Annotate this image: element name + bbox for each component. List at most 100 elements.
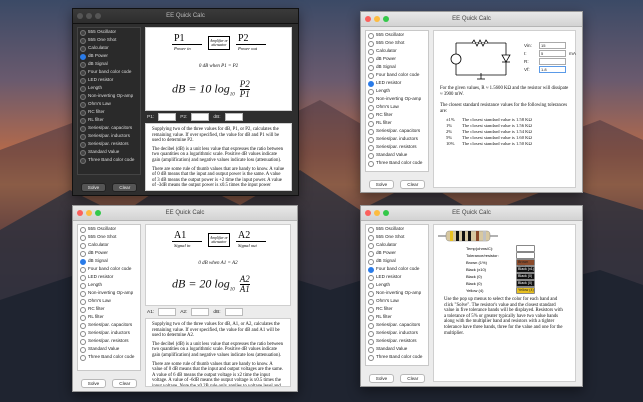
calculator-list[interactable]: 555 Oscillator 555 One Shot Calculator dB P…	[365, 30, 429, 172]
sidebar-item[interactable]: dB Signal	[366, 63, 428, 71]
sidebar-item[interactable]: Length	[366, 281, 428, 289]
maximize-icon[interactable]	[95, 13, 101, 19]
sidebar-item[interactable]: Four band color code	[366, 265, 428, 273]
band-color-popup[interactable]: Brown (1%)	[516, 259, 535, 269]
sidebar-item[interactable]: 555 One Shot	[78, 36, 140, 44]
solve-button[interactable]: Solve	[368, 374, 395, 383]
window-titlebar[interactable]: EE Quick Calc	[361, 12, 582, 27]
sidebar-item[interactable]: Four band color code	[78, 68, 140, 76]
sidebar-item[interactable]: Non-inverting Op-amp	[366, 95, 428, 103]
db-input[interactable]	[224, 308, 243, 316]
sidebar-item[interactable]: 555 One Shot	[366, 39, 428, 47]
minimize-icon[interactable]	[86, 13, 92, 19]
sidebar-item[interactable]: Three Band color code	[366, 159, 428, 167]
clear-button[interactable]: Clear	[400, 374, 426, 383]
sidebar-item[interactable]: Ohm's Law	[366, 297, 428, 305]
sidebar-item[interactable]: LED resistor	[366, 273, 428, 281]
sidebar-item[interactable]: RC filter	[366, 305, 428, 313]
sidebar-item[interactable]: Ohm's Law	[78, 297, 140, 305]
db-input[interactable]	[224, 113, 243, 121]
sidebar-item[interactable]: Length	[78, 84, 140, 92]
sidebar-item[interactable]: RL filter	[366, 119, 428, 127]
sidebar-item[interactable]: RC filter	[78, 108, 140, 116]
sidebar-item[interactable]: Series/par. inductors	[366, 135, 428, 143]
sidebar-item[interactable]: Series/par. inductors	[366, 329, 428, 337]
r-input[interactable]	[539, 57, 566, 65]
sidebar-item[interactable]: RC filter	[78, 305, 140, 313]
sidebar-item[interactable]: dB Power	[78, 52, 140, 60]
clear-button[interactable]: Clear	[400, 180, 426, 189]
sidebar-item[interactable]: Length	[366, 87, 428, 95]
maximize-icon[interactable]	[95, 210, 101, 216]
minimize-icon[interactable]	[86, 210, 92, 216]
sidebar-item[interactable]: 555 Oscillator	[366, 31, 428, 39]
sidebar-item[interactable]: Three Band color code	[78, 156, 140, 164]
band-color-popup[interactable]: Black (x1)	[516, 266, 535, 273]
sidebar-item[interactable]: Series/par. capacitors	[78, 321, 140, 329]
sidebar-item[interactable]: Calculator	[78, 44, 140, 52]
sidebar-item[interactable]: dB Signal	[366, 257, 428, 265]
sidebar-item[interactable]: Calculator	[366, 47, 428, 55]
minimize-icon[interactable]	[374, 210, 380, 216]
window-titlebar[interactable]: EE Quick Calc	[73, 206, 297, 221]
sidebar-item[interactable]: dB Signal	[78, 60, 140, 68]
sidebar-item[interactable]: LED resistor	[78, 76, 140, 84]
window-titlebar[interactable]: EE Quick Calc	[361, 206, 582, 221]
sidebar-item[interactable]: dB Power	[366, 55, 428, 63]
clear-button[interactable]: Clear	[112, 379, 138, 388]
close-icon[interactable]	[77, 210, 83, 216]
sidebar-item[interactable]: RC filter	[366, 111, 428, 119]
window-titlebar[interactable]: EE Quick Calc	[73, 9, 298, 24]
vin-input[interactable]: 15	[539, 41, 566, 49]
solve-button[interactable]: Solve	[80, 379, 107, 388]
sidebar-item[interactable]: Series/par. resistors	[366, 143, 428, 151]
sidebar-item[interactable]: Four band color code	[366, 71, 428, 79]
sidebar-item[interactable]: Length	[78, 281, 140, 289]
sidebar-item[interactable]: Series/par. inductors	[78, 329, 140, 337]
sidebar-item[interactable]: Series/par. capacitors	[78, 124, 140, 132]
sidebar-item[interactable]: Series/par. capacitors	[366, 321, 428, 329]
vf-input[interactable]: 1.8	[539, 65, 566, 73]
sidebar-item[interactable]: dB Signal	[78, 257, 140, 265]
sidebar-item[interactable]: Series/par. resistors	[78, 140, 140, 148]
sidebar-item[interactable]: RL filter	[78, 116, 140, 124]
current-input[interactable]: 5	[539, 49, 566, 57]
a1-input[interactable]	[158, 308, 177, 316]
sidebar-item[interactable]: 555 One Shot	[78, 233, 140, 241]
close-icon[interactable]	[77, 13, 83, 19]
sidebar-item[interactable]: RL filter	[366, 313, 428, 321]
sidebar-item[interactable]: 555 Oscillator	[78, 225, 140, 233]
solve-button[interactable]: Solve	[80, 183, 107, 192]
p1-input[interactable]	[158, 113, 177, 121]
sidebar-item[interactable]: Ohm's Law	[366, 103, 428, 111]
sidebar-item[interactable]: Standard Value	[366, 345, 428, 353]
sidebar-item[interactable]: Standard Value	[78, 345, 140, 353]
sidebar-item[interactable]: LED resistor	[78, 273, 140, 281]
sidebar-item[interactable]: Series/par. resistors	[366, 337, 428, 345]
sidebar-item[interactable]: Calculator	[78, 241, 140, 249]
band-color-popup[interactable]	[516, 245, 535, 252]
sidebar-item[interactable]: RL filter	[78, 313, 140, 321]
sidebar-item[interactable]: Calculator	[366, 241, 428, 249]
sidebar-item[interactable]: dB Power	[78, 249, 140, 257]
band-color-popup[interactable]	[516, 252, 535, 259]
sidebar-item[interactable]: Series/par. capacitors	[366, 127, 428, 135]
solve-button[interactable]: Solve	[368, 180, 395, 189]
calculator-list[interactable]: 555 Oscillator 555 One Shot Calculator dB P…	[77, 224, 141, 371]
clear-button[interactable]: Clear	[112, 183, 138, 192]
sidebar-item[interactable]: Series/par. inductors	[78, 132, 140, 140]
sidebar-item[interactable]: Non-inverting Op-amp	[366, 289, 428, 297]
sidebar-item[interactable]: 555 Oscillator	[78, 28, 140, 36]
sidebar-item[interactable]: Three Band color code	[78, 353, 140, 361]
sidebar-item[interactable]: Non-inverting Op-amp	[78, 92, 140, 100]
maximize-icon[interactable]	[383, 16, 389, 22]
sidebar-item[interactable]: Four band color code	[78, 265, 140, 273]
maximize-icon[interactable]	[383, 210, 389, 216]
sidebar-item[interactable]: 555 Oscillator	[366, 225, 428, 233]
sidebar-item[interactable]: 555 One Shot	[366, 233, 428, 241]
close-icon[interactable]	[365, 210, 371, 216]
sidebar-item[interactable]: LED resistor	[366, 79, 428, 87]
sidebar-item[interactable]: Three Band color code	[366, 353, 428, 361]
calculator-list[interactable]: 555 Oscillator 555 One Shot Calculator dB P…	[365, 224, 429, 366]
sidebar-item[interactable]: Series/par. resistors	[78, 337, 140, 345]
